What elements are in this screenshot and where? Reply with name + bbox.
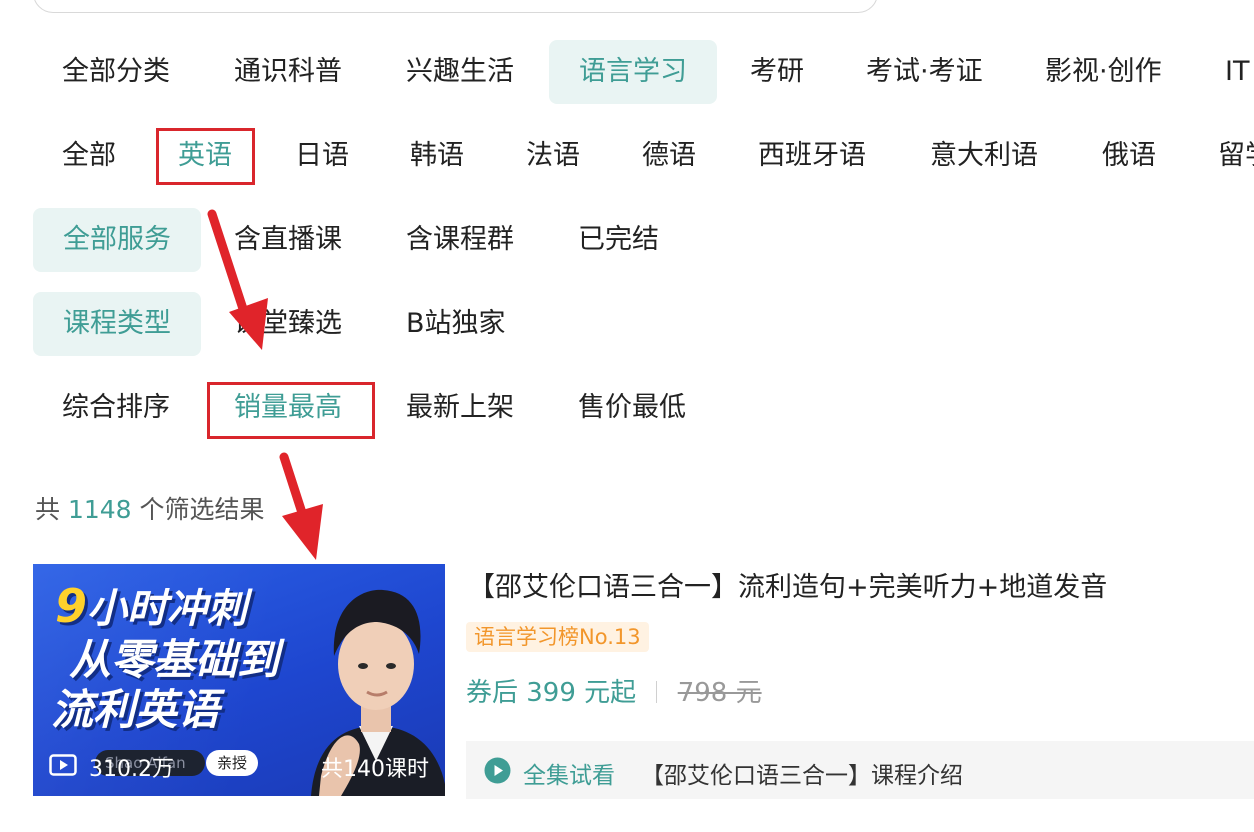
course-type-all[interactable]: 课程类型 bbox=[33, 292, 201, 356]
arrowhead-2-icon bbox=[282, 504, 323, 560]
highlight-box-best-selling bbox=[207, 382, 375, 439]
result-count-suffix: 个筛选结果 bbox=[139, 495, 265, 524]
course-type-filter-row: 课程类型 课堂臻选 B站独家 bbox=[0, 292, 1254, 358]
category-it[interactable]: IT bbox=[1225, 40, 1249, 104]
instructor-teach-badge: 亲授 bbox=[206, 750, 258, 776]
price-after-coupon: 券后 399 元起 bbox=[466, 678, 637, 708]
language-korean[interactable]: 韩语 bbox=[410, 124, 464, 188]
highlight-box-english bbox=[156, 128, 255, 185]
service-filter-row: 全部服务 含直播课 含课程群 已完结 bbox=[0, 208, 1254, 274]
rank-badge: 语言学习榜No.13 bbox=[466, 622, 649, 652]
price-divider bbox=[656, 681, 658, 703]
language-study-abroad[interactable]: 留学 bbox=[1218, 124, 1254, 188]
sort-row: 综合排序 销量最高 最新上架 售价最低 bbox=[0, 376, 1254, 442]
category-exams-certs[interactable]: 考试·考证 bbox=[866, 40, 983, 104]
course-thumbnail[interactable]: 9小时冲刺 从零基础到 流利英语 Shao Aifan 亲授 310.2万 共1… bbox=[33, 564, 445, 796]
result-count: 共 1148 个筛选结果 bbox=[35, 490, 265, 526]
category-film-creation[interactable]: 影视·创作 bbox=[1045, 40, 1162, 104]
language-italian[interactable]: 意大利语 bbox=[930, 124, 1038, 188]
service-completed[interactable]: 已完结 bbox=[578, 208, 659, 272]
sort-newest[interactable]: 最新上架 bbox=[406, 376, 514, 440]
language-all[interactable]: 全部 bbox=[62, 124, 116, 188]
trial-label[interactable]: 全集试看 bbox=[523, 756, 615, 790]
play-count-icon bbox=[49, 754, 77, 776]
language-japanese[interactable]: 日语 bbox=[295, 124, 349, 188]
language-french[interactable]: 法语 bbox=[526, 124, 580, 188]
trial-episode-title[interactable]: 【邵艾伦口语三合一】课程介绍 bbox=[641, 756, 963, 790]
service-live[interactable]: 含直播课 bbox=[234, 208, 342, 272]
price-row: 券后 399 元起 798 元 bbox=[466, 672, 762, 709]
language-russian[interactable]: 俄语 bbox=[1102, 124, 1156, 188]
result-count-number: 1148 bbox=[67, 495, 132, 524]
service-group[interactable]: 含课程群 bbox=[406, 208, 514, 272]
price-original: 798 元 bbox=[677, 678, 762, 708]
trial-bar[interactable]: 全集试看 【邵艾伦口语三合一】课程介绍 bbox=[466, 741, 1254, 799]
service-all[interactable]: 全部服务 bbox=[33, 208, 201, 272]
result-count-prefix: 共 bbox=[35, 495, 61, 524]
course-type-exclusive[interactable]: B站独家 bbox=[406, 292, 506, 356]
lesson-count: 共140课时 bbox=[321, 757, 429, 782]
category-hobby-life[interactable]: 兴趣生活 bbox=[406, 40, 514, 104]
sort-comprehensive[interactable]: 综合排序 bbox=[62, 376, 170, 440]
thumbnail-headline-3: 流利英语 bbox=[51, 685, 220, 734]
arrow-line-2 bbox=[279, 452, 310, 527]
play-circle-icon bbox=[484, 757, 511, 784]
category-language-learning[interactable]: 语言学习 bbox=[549, 40, 717, 104]
search-bar[interactable] bbox=[33, 0, 878, 13]
category-postgraduate[interactable]: 考研 bbox=[750, 40, 804, 104]
sort-lowest-price[interactable]: 售价最低 bbox=[578, 376, 686, 440]
language-german[interactable]: 德语 bbox=[642, 124, 696, 188]
category-general-science[interactable]: 通识科普 bbox=[234, 40, 342, 104]
category-all[interactable]: 全部分类 bbox=[62, 40, 170, 104]
course-title[interactable]: 【邵艾伦口语三合一】流利造句+完美听力+地道发音 bbox=[468, 565, 1107, 604]
language-spanish[interactable]: 西班牙语 bbox=[758, 124, 866, 188]
play-count: 310.2万 bbox=[89, 757, 174, 782]
course-type-selected[interactable]: 课堂臻选 bbox=[234, 292, 342, 356]
category-filter-row: 全部分类 通识科普 兴趣生活 语言学习 考研 考试·考证 影视·创作 IT bbox=[0, 40, 1254, 106]
